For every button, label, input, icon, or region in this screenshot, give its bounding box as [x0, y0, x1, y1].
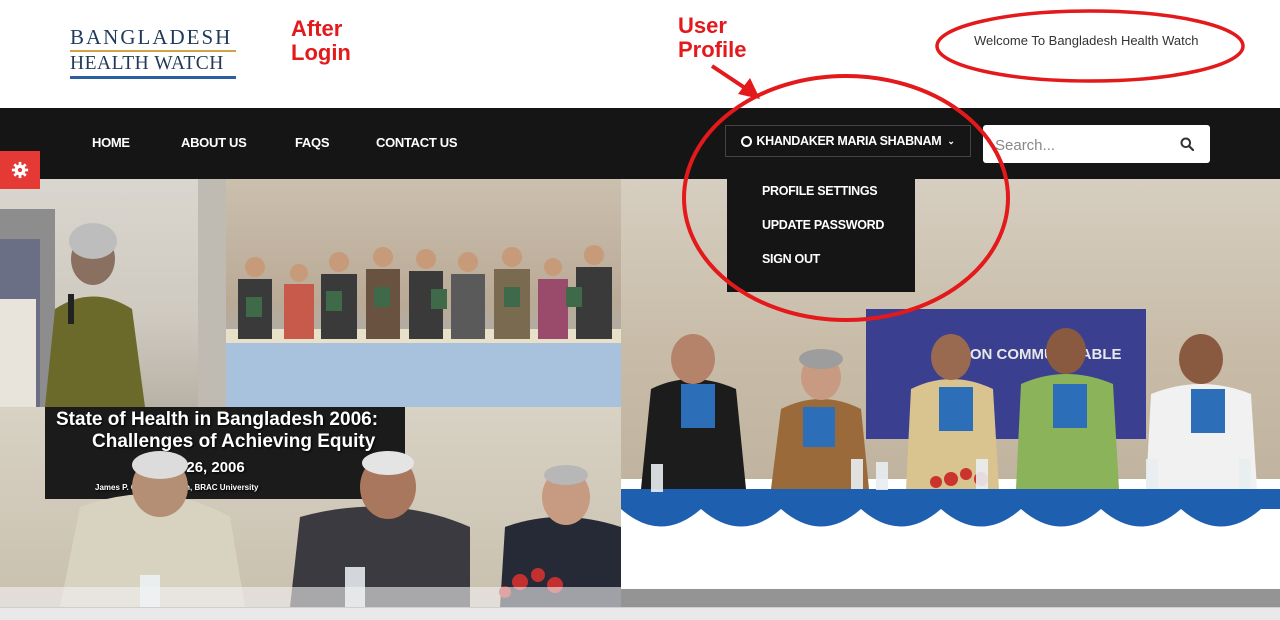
book-launch-figures: NON COMMUNICABLE [621, 309, 1280, 607]
backdrop-text: NON COMMUNICABLE [959, 346, 1122, 363]
user-dropdown-menu: PROFILE SETTINGS UPDATE PASSWORD SIGN OU… [727, 172, 915, 292]
nav-home[interactable]: HOME [92, 135, 130, 150]
search-icon[interactable] [1180, 137, 1194, 151]
photo-book-launch: NON COMMUNICABLE [621, 179, 1280, 607]
photo-panel-banner: State of Health in Bangladesh 2006: Chal… [0, 407, 621, 607]
group-stage-figures [226, 245, 621, 407]
site-header: BANGLADESH HEALTH WATCH Welcome To Bangl… [0, 0, 1280, 108]
settings-gear-tab[interactable] [0, 151, 40, 189]
nav-about-us[interactable]: ABOUT US [181, 135, 247, 150]
photo-speaker [0, 179, 226, 407]
annotation-user-profile-line1: User [678, 13, 727, 38]
nav-faqs[interactable]: FAQS [295, 135, 330, 150]
annotation-after-login-line1: After [291, 16, 343, 41]
logo-line1: BANGLADESH [70, 25, 233, 49]
speaker-figure [0, 179, 226, 407]
menu-profile-settings[interactable]: PROFILE SETTINGS [762, 184, 878, 198]
photo-group-stage [226, 179, 621, 407]
logo-divider [70, 50, 236, 52]
annotation-user-profile: User Profile [678, 14, 746, 62]
site-logo[interactable]: BANGLADESH HEALTH WATCH [70, 26, 236, 79]
annotation-user-profile-line2: Profile [678, 37, 747, 62]
hero-collage: State of Health in Bangladesh 2006: Chal… [0, 179, 1280, 607]
search-box [983, 125, 1210, 165]
annotation-after-login: After Login [291, 17, 351, 65]
welcome-text: Welcome To Bangladesh Health Watch [974, 33, 1199, 48]
menu-update-password[interactable]: UPDATE PASSWORD [762, 218, 884, 232]
annotation-after-login-line2: Login [291, 40, 351, 65]
gear-icon [11, 161, 29, 179]
panel-figures [0, 451, 621, 607]
chevron-down-icon: ⌄ [947, 135, 955, 146]
user-circle-icon [741, 135, 753, 147]
main-navbar: HOME ABOUT US FAQS CONTACT US KHANDAKER … [0, 108, 1280, 179]
user-menu-button[interactable]: KHANDAKER MARIA SHABNAM ⌄ [725, 125, 971, 157]
logo-underline [70, 76, 236, 79]
nav-contact-us[interactable]: CONTACT US [376, 135, 458, 150]
footer-strip [0, 607, 1280, 620]
menu-sign-out[interactable]: SIGN OUT [762, 252, 820, 266]
search-input[interactable] [993, 125, 1167, 165]
logo-line2: HEALTH WATCH [70, 53, 224, 74]
user-name-label: KHANDAKER MARIA SHABNAM [756, 134, 942, 148]
